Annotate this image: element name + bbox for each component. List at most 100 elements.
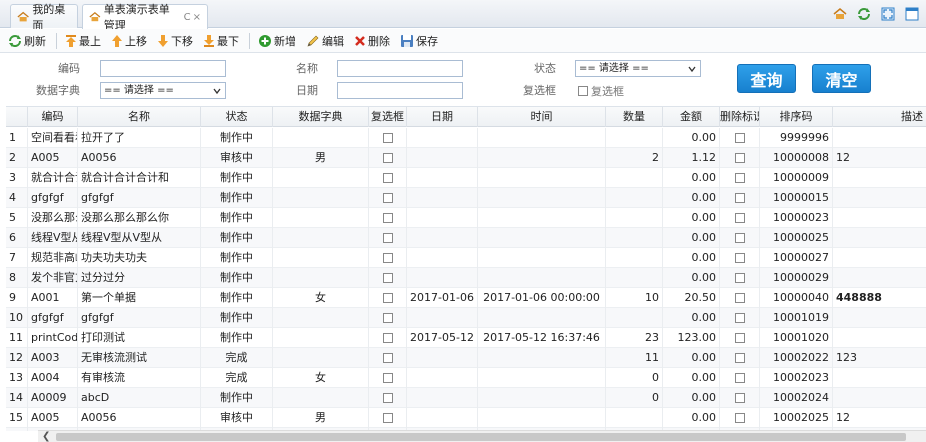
refresh-icon[interactable]	[856, 6, 872, 22]
column-header-code[interactable]: 编码	[28, 107, 78, 127]
checkbox-field[interactable]: 复选框	[578, 83, 624, 99]
code-input[interactable]	[100, 60, 226, 77]
tab-my-desktop[interactable]: 我的桌面	[10, 3, 78, 32]
delete-button[interactable]: 删除	[354, 33, 390, 49]
table-row[interactable]: 1空间看看看拉开了了制作中 0.00 9999996	[6, 128, 926, 148]
row-checkbox[interactable]	[382, 313, 393, 323]
edit-button[interactable]: 编辑	[306, 33, 344, 49]
row-delete-checkbox[interactable]	[734, 153, 745, 163]
table-row[interactable]: 14 A0009 abcD 制作中 0 0.00 10002024	[6, 388, 926, 408]
row-delete-checkbox[interactable]	[734, 293, 745, 303]
row-delete-checkbox[interactable]	[734, 213, 745, 223]
column-header-sort[interactable]: 排序码	[760, 107, 833, 127]
row-delete-checkbox[interactable]	[734, 373, 745, 383]
table-row[interactable]: 9 A001 第一个单据 制作中女 2017-01-06 2017-01-06 00:00…	[6, 288, 926, 308]
move-up-button[interactable]: 上移	[111, 33, 147, 49]
row-delete-checkbox[interactable]	[734, 133, 745, 143]
row-delete-checkbox[interactable]	[734, 393, 745, 403]
move-bottom-button[interactable]: 最下	[203, 33, 239, 49]
row-checkbox[interactable]	[382, 333, 393, 343]
fullscreen-icon[interactable]	[880, 6, 896, 22]
home-icon[interactable]	[832, 6, 848, 22]
edit-label: 编辑	[322, 34, 344, 48]
cell-amount: 0.00	[663, 348, 720, 368]
status-select[interactable]: == 请选择 ==	[575, 60, 701, 77]
table-row[interactable]: 5没那么那么没那么那么那么你制作中 0.00 10000023	[6, 208, 926, 228]
row-checkbox[interactable]	[382, 153, 393, 163]
add-button[interactable]: 新增	[258, 33, 296, 49]
row-delete-checkbox[interactable]	[734, 353, 745, 363]
cell-time	[478, 368, 606, 388]
move-top-button[interactable]: 最上	[65, 33, 101, 49]
column-header-amount[interactable]: 金额	[663, 107, 720, 127]
cell-desc	[833, 208, 926, 228]
row-delete-checkbox[interactable]	[734, 413, 745, 423]
column-header-dict[interactable]: 数据字典	[273, 107, 369, 127]
cell-checkbox	[369, 208, 407, 228]
row-delete-checkbox[interactable]	[734, 333, 745, 343]
tab-refresh-icon[interactable]: C	[184, 12, 191, 23]
row-checkbox[interactable]	[382, 193, 393, 203]
table-row[interactable]: 2 A005 A0056 审核中男 2 1.12 10000008 12	[6, 148, 926, 168]
table-row[interactable]: 7规范非高峰功夫功夫功夫制作中 0.00 10000027	[6, 248, 926, 268]
table-row[interactable]: 11printCode打印测试制作中 2017-05-122017-05-12 1…	[6, 328, 926, 348]
table-row[interactable]: 6 线程V型从 线程V型从V型从 制作中 0.00 10000025	[6, 228, 926, 248]
row-delete-checkbox[interactable]	[734, 173, 745, 183]
row-checkbox[interactable]	[382, 353, 393, 363]
scroll-left-icon[interactable]: ❮	[42, 431, 50, 442]
date-input[interactable]	[337, 82, 463, 99]
table-row[interactable]: 8发个非官方过分过分制作中 0.00 10000029	[6, 268, 926, 288]
cell-code: 发个非官方	[28, 268, 78, 288]
row-checkbox[interactable]	[382, 173, 393, 183]
table-row[interactable]: 10 gfgfgf gfgfgf 制作中 0.00 10001019	[6, 308, 926, 328]
scrollbar-thumb[interactable]	[56, 433, 906, 441]
row-checkbox[interactable]	[382, 273, 393, 283]
cell-amount: 0.00	[663, 128, 720, 148]
checkbox[interactable]	[578, 86, 588, 96]
table-row[interactable]: 12 A003 无审核流测试 完成 11 0.00 10002022 123	[6, 348, 926, 368]
row-checkbox[interactable]	[382, 293, 393, 303]
column-header-deleted[interactable]: 删除标识	[720, 107, 760, 127]
window-icon[interactable]	[904, 6, 920, 22]
horizontal-scrollbar[interactable]: ❮	[38, 430, 926, 442]
column-header-time[interactable]: 时间	[478, 107, 606, 127]
cell-rownum: 14	[6, 388, 28, 408]
column-header-status[interactable]: 状态	[201, 107, 273, 127]
table-row[interactable]: 13 A004 有审核流 完成女 0 0.00 10002023	[6, 368, 926, 388]
table-row[interactable]: 15 A005 A0056 审核中男 0.00 10002025 12	[6, 408, 926, 428]
move-down-button[interactable]: 下移	[157, 33, 193, 49]
tab-form-management[interactable]: 单表演示表单管理 C ×	[82, 3, 208, 32]
row-checkbox[interactable]	[382, 393, 393, 403]
cell-time	[478, 388, 606, 408]
cell-desc	[833, 228, 926, 248]
column-header-desc[interactable]: 描述	[833, 107, 926, 127]
column-header-qty[interactable]: 数量	[606, 107, 663, 127]
column-header-date[interactable]: 日期	[407, 107, 478, 127]
row-checkbox[interactable]	[382, 413, 393, 423]
column-header-name[interactable]: 名称	[78, 107, 201, 127]
save-button[interactable]: 保存	[400, 33, 438, 49]
refresh-button[interactable]: 刷新	[8, 33, 46, 49]
column-header-checkbox[interactable]: 复选框	[369, 107, 407, 127]
tab-close-icon[interactable]: ×	[193, 12, 201, 23]
cell-deleted	[720, 148, 760, 168]
cell-name: 就合计合计合计和	[78, 168, 201, 188]
query-button[interactable]: 查询	[737, 64, 796, 93]
clear-button[interactable]: 清空	[812, 64, 871, 93]
row-checkbox[interactable]	[382, 253, 393, 263]
row-delete-checkbox[interactable]	[734, 193, 745, 203]
name-input[interactable]	[337, 60, 463, 77]
toolbar-separator	[249, 32, 250, 49]
row-checkbox[interactable]	[382, 133, 393, 143]
row-delete-checkbox[interactable]	[734, 273, 745, 283]
row-checkbox[interactable]	[382, 233, 393, 243]
table-row[interactable]: 3就合计合计就合计合计合计和制作中 0.00 10000009	[6, 168, 926, 188]
dict-select[interactable]: == 请选择 ==	[100, 82, 226, 99]
row-delete-checkbox[interactable]	[734, 313, 745, 323]
row-delete-checkbox[interactable]	[734, 233, 745, 243]
table-row[interactable]: 4 gfgfgf gfgfgf 制作中 0.00 10000015	[6, 188, 926, 208]
cell-name: gfgfgf	[78, 308, 201, 328]
row-checkbox[interactable]	[382, 373, 393, 383]
row-checkbox[interactable]	[382, 213, 393, 223]
row-delete-checkbox[interactable]	[734, 253, 745, 263]
